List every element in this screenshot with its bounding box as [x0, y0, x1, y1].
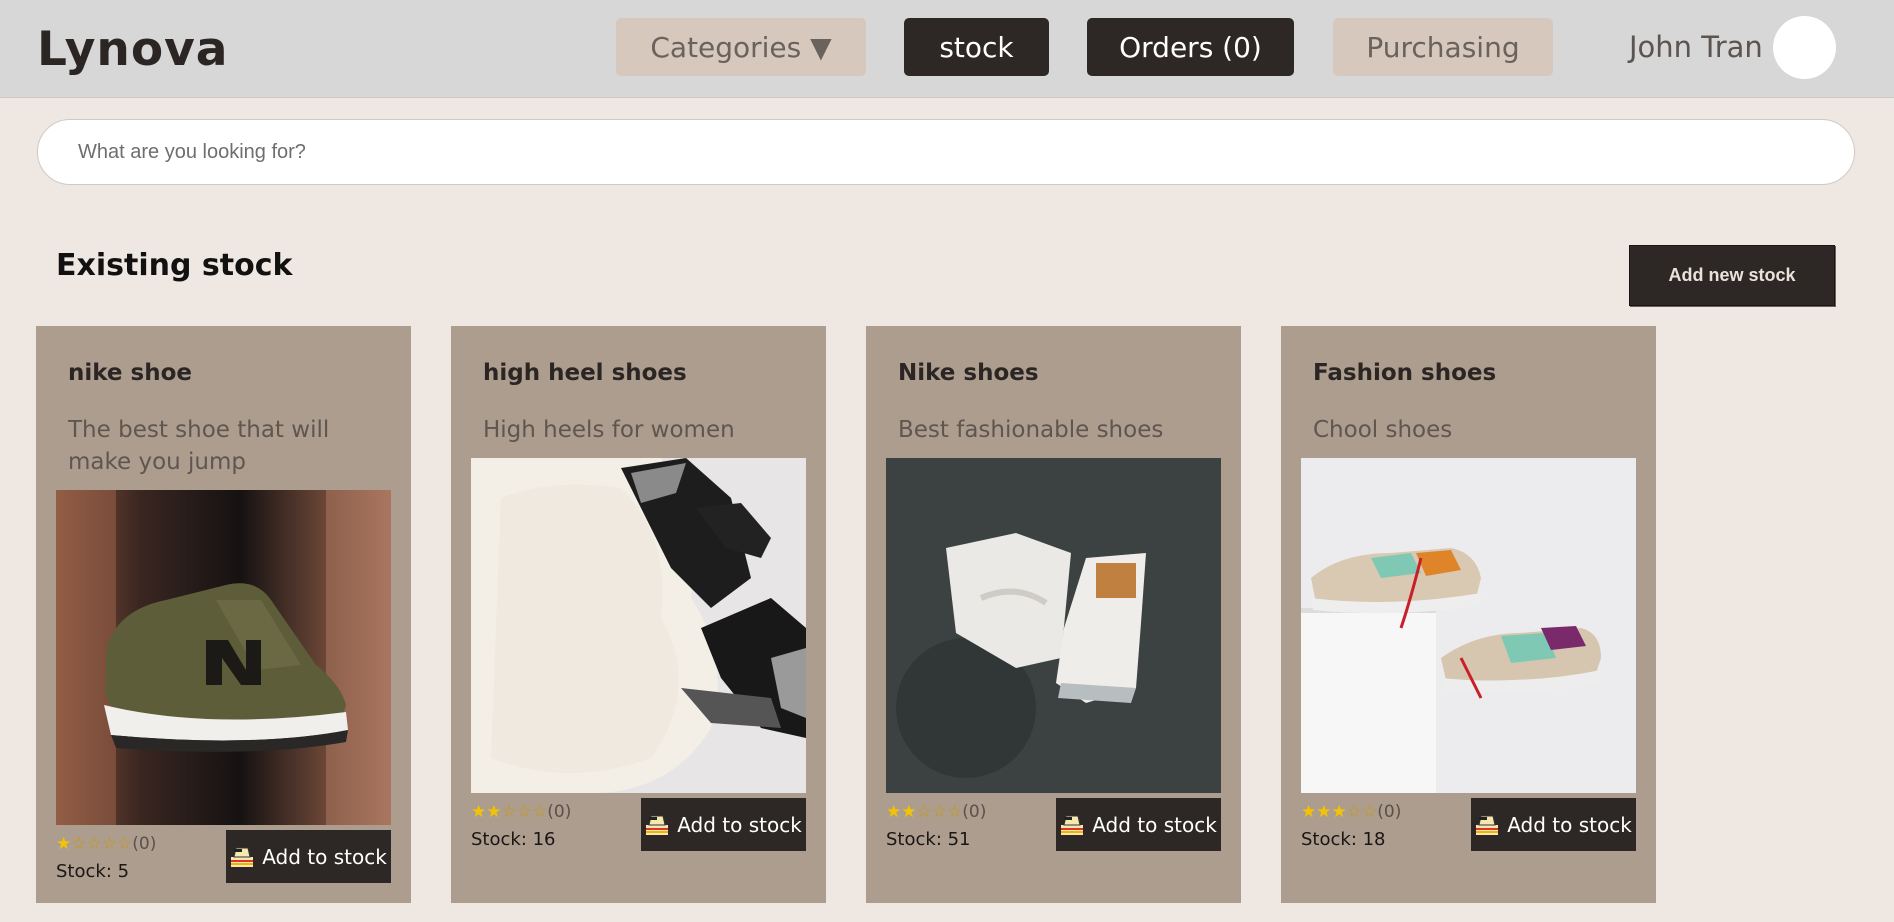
- rating-count: (0): [1377, 802, 1402, 822]
- star-filled-icon: ★: [1301, 802, 1317, 822]
- stock-count: Stock: 16: [471, 829, 556, 850]
- avatar[interactable]: [1773, 16, 1836, 79]
- product-description: Chool shoes: [1313, 417, 1453, 443]
- product-rating: ★☆☆☆☆(0): [56, 834, 156, 854]
- star-filled-icon: ★: [1316, 802, 1332, 822]
- star-empty-icon: ☆: [931, 802, 947, 822]
- add-to-stock-button[interactable]: Add to stock: [1471, 798, 1636, 851]
- star-empty-icon: ☆: [101, 834, 117, 854]
- add-to-stock-button[interactable]: Add to stock: [641, 798, 806, 851]
- product-image: [886, 458, 1221, 793]
- product-image: [1301, 458, 1636, 793]
- stock-count: Stock: 5: [56, 861, 130, 882]
- logo[interactable]: Lynova: [37, 22, 229, 77]
- rating-stars: ★★☆☆☆: [471, 802, 547, 822]
- product-card: nike shoe The best shoe that will make y…: [36, 326, 411, 903]
- categories-dropdown[interactable]: Categories ▼: [616, 18, 866, 76]
- section-title: Existing stock: [56, 248, 293, 283]
- product-title: nike shoe: [68, 360, 193, 386]
- star-filled-icon: ★: [486, 802, 502, 822]
- purchasing-nav-button[interactable]: Purchasing: [1333, 18, 1553, 76]
- stock-icon: [230, 846, 254, 868]
- stock-icon: [645, 814, 669, 836]
- orders-nav-button[interactable]: Orders (0): [1087, 18, 1294, 76]
- top-navbar: Lynova Categories ▼ stock Orders (0) Pur…: [0, 0, 1894, 98]
- product-rating: ★★☆☆☆(0): [886, 802, 986, 822]
- product-image: [56, 490, 391, 825]
- user-name[interactable]: John Tran: [1629, 30, 1763, 64]
- star-empty-icon: ☆: [71, 834, 87, 854]
- add-to-stock-label: Add to stock: [1507, 812, 1632, 837]
- add-to-stock-button[interactable]: Add to stock: [226, 830, 391, 883]
- star-empty-icon: ☆: [916, 802, 932, 822]
- product-card: Nike shoes Best fashionable shoes ★★☆☆☆(…: [866, 326, 1241, 903]
- rating-stars: ★☆☆☆☆: [56, 834, 132, 854]
- star-empty-icon: ☆: [516, 802, 532, 822]
- product-title: high heel shoes: [483, 360, 687, 386]
- stock-icon: [1475, 814, 1499, 836]
- product-rating: ★★★☆☆(0): [1301, 802, 1401, 822]
- add-to-stock-label: Add to stock: [262, 844, 387, 869]
- star-empty-icon: ☆: [117, 834, 133, 854]
- star-empty-icon: ☆: [86, 834, 102, 854]
- star-filled-icon: ★: [56, 834, 72, 854]
- star-filled-icon: ★: [471, 802, 487, 822]
- star-filled-icon: ★: [886, 802, 902, 822]
- star-filled-icon: ★: [1331, 802, 1347, 822]
- search-bar: [37, 119, 1855, 185]
- stock-count: Stock: 51: [886, 829, 971, 850]
- stock-count: Stock: 18: [1301, 829, 1386, 850]
- star-empty-icon: ☆: [532, 802, 548, 822]
- stock-icon: [1060, 814, 1084, 836]
- product-card: high heel shoes High heels for women ★★☆…: [451, 326, 826, 903]
- product-image: [471, 458, 806, 793]
- product-title: Fashion shoes: [1313, 360, 1497, 386]
- rating-stars: ★★★☆☆: [1301, 802, 1377, 822]
- star-empty-icon: ☆: [501, 802, 517, 822]
- product-card: Fashion shoes Chool shoes ★★★☆☆(0) Stock…: [1281, 326, 1656, 903]
- star-empty-icon: ☆: [947, 802, 963, 822]
- star-filled-icon: ★: [901, 802, 917, 822]
- product-description: The best shoe that will make you jump: [68, 417, 330, 475]
- product-description: Best fashionable shoes: [898, 417, 1164, 443]
- product-description: High heels for women: [483, 417, 735, 443]
- add-to-stock-button[interactable]: Add to stock: [1056, 798, 1221, 851]
- add-to-stock-label: Add to stock: [677, 812, 802, 837]
- rating-count: (0): [132, 834, 157, 854]
- product-rating: ★★☆☆☆(0): [471, 802, 571, 822]
- rating-count: (0): [962, 802, 987, 822]
- rating-count: (0): [547, 802, 572, 822]
- search-input[interactable]: [78, 120, 1818, 184]
- rating-stars: ★★☆☆☆: [886, 802, 962, 822]
- add-new-stock-button[interactable]: Add new stock: [1629, 245, 1835, 306]
- star-empty-icon: ☆: [1362, 802, 1378, 822]
- star-empty-icon: ☆: [1346, 802, 1362, 822]
- product-title: Nike shoes: [898, 360, 1039, 386]
- stock-nav-button[interactable]: stock: [904, 18, 1049, 76]
- add-to-stock-label: Add to stock: [1092, 812, 1217, 837]
